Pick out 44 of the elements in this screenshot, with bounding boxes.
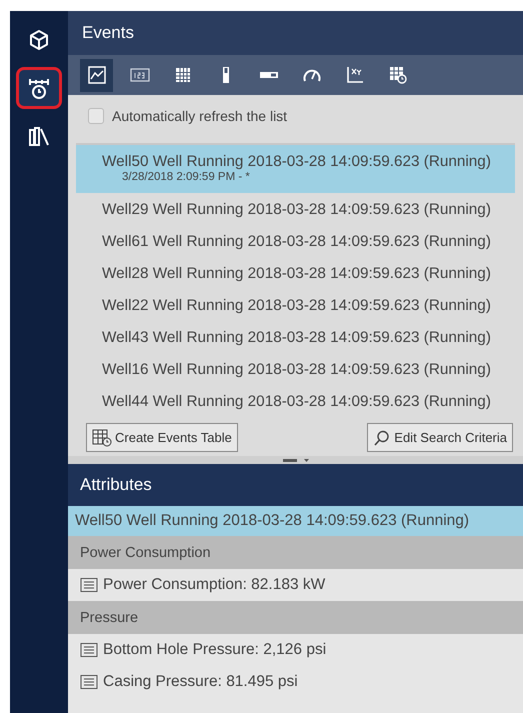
checkbox-label: Automatically refresh the list bbox=[112, 108, 288, 124]
table-clock-icon bbox=[92, 428, 112, 446]
table-clock-icon bbox=[388, 65, 408, 85]
list-icon bbox=[80, 577, 98, 593]
event-title: Well43 Well Running 2018-03-28 14:09:59.623 (Running) bbox=[102, 329, 492, 347]
event-title: Well61 Well Running 2018-03-28 14:09:59.623 (Running) bbox=[102, 233, 492, 251]
pipeline-clock-icon bbox=[28, 76, 50, 100]
search-criteria-button[interactable]: Edit Search Criteria bbox=[367, 423, 513, 452]
event-list-item[interactable]: Well28 Well Running 2018-03-28 14:09:59.623 (Running) bbox=[76, 260, 515, 289]
event-time: 3/28/2018 2:09:59 PM - * bbox=[121, 171, 251, 183]
event-list-item[interactable]: Well22 Well Running 2018-03-28 14:09:59.623 (Running) bbox=[76, 292, 515, 321]
selected-event: Well50 Well Running 2018-03-28 14:09:59.623 (Running) bbox=[68, 506, 523, 536]
event-list-item[interactable]: Well50 Well Running 2018-03-28 14:09:59.623 (Running) 3/28/2018 2:09:59 PM - * bbox=[76, 145, 515, 193]
event-list-item[interactable]: Well29 Well Running 2018-03-28 14:09:59.623 (Running) bbox=[76, 196, 515, 225]
sidebar-item[interactable] bbox=[16, 67, 62, 109]
event-title: Well22 Well Running 2018-03-28 14:09:59.623 (Running) bbox=[102, 297, 492, 315]
toolbar-button[interactable] bbox=[80, 58, 113, 92]
attribute-value: Casing Pressure: 81.495 psi bbox=[103, 673, 298, 691]
list-icon bbox=[80, 674, 98, 690]
group-header[interactable]: Pressure bbox=[68, 601, 523, 634]
panel-title: Attributes bbox=[79, 474, 153, 496]
checkbox[interactable] bbox=[88, 108, 104, 124]
list-icon bbox=[80, 642, 98, 658]
event-title: Well50 Well Running 2018-03-28 14:09:59.623 (Running) bbox=[102, 153, 492, 171]
panel-title: Events bbox=[68, 11, 523, 55]
event-title: Well29 Well Running 2018-03-28 14:09:59.623 (Running) bbox=[102, 201, 492, 219]
search-icon bbox=[373, 430, 392, 446]
attribute-value: Bottom Hole Pressure: 2,126 psi bbox=[103, 641, 326, 659]
create-table-button[interactable]: Create Events Table bbox=[86, 423, 238, 452]
cube-icon bbox=[28, 29, 50, 51]
event-list-item[interactable]: Well43 Well Running 2018-03-28 14:09:59.623 (Running) bbox=[76, 324, 515, 353]
books-icon bbox=[28, 125, 50, 147]
group-header[interactable]: Power Consumption bbox=[68, 536, 523, 569]
splitter-handle-icon[interactable] bbox=[280, 458, 310, 462]
event-list-item[interactable]: Well44 Well Running 2018-03-28 14:09:59.623 (Running) bbox=[76, 388, 515, 417]
event-list-item[interactable]: Well61 Well Running 2018-03-28 14:09:59.623 (Running) bbox=[76, 228, 515, 257]
trend-icon bbox=[86, 65, 106, 85]
attribute-value: Power Consumption: 82.183 kW bbox=[103, 576, 326, 594]
event-title: Well16 Well Running 2018-03-28 14:09:59.623 (Running) bbox=[102, 361, 492, 379]
event-title: Well44 Well Running 2018-03-28 14:09:59.623 (Running) bbox=[102, 393, 492, 411]
event-title: Well28 Well Running 2018-03-28 14:09:59.623 (Running) bbox=[102, 265, 492, 283]
event-list-item[interactable]: Well16 Well Running 2018-03-28 14:09:59.623 (Running) bbox=[76, 356, 515, 385]
vertical-bar-icon bbox=[222, 67, 228, 83]
xy-plot-icon bbox=[344, 65, 364, 85]
